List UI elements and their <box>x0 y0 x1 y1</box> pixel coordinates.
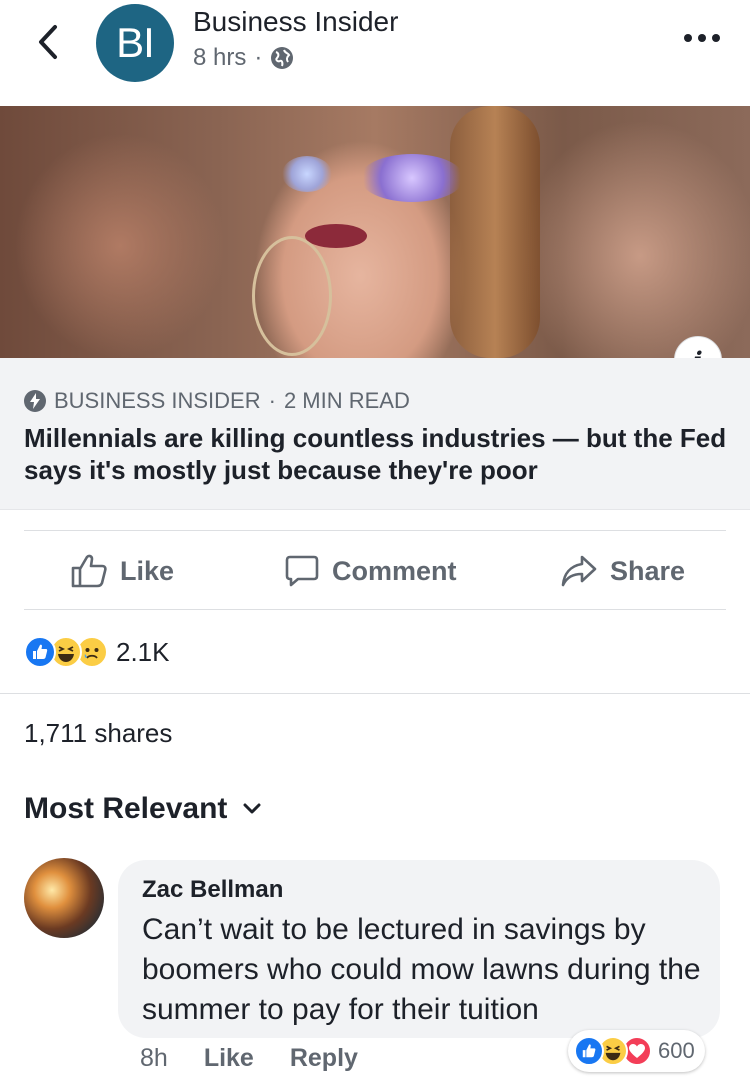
page-avatar[interactable]: BI <box>96 4 174 82</box>
reaction-count: 2.1K <box>116 636 170 667</box>
photo-glitter-left <box>282 156 332 192</box>
section-divider <box>0 693 750 694</box>
share-button[interactable]: Share <box>560 532 685 610</box>
meta-separator: · <box>254 44 263 71</box>
post-header: BI Business Insider 8 hrs · <box>0 0 750 106</box>
more-options-button[interactable] <box>682 28 722 48</box>
dot-icon <box>698 34 706 42</box>
post-meta: 8 hrs · <box>193 44 294 72</box>
link-preview-image[interactable] <box>0 106 750 358</box>
comment-like-button[interactable]: Like <box>204 1044 254 1073</box>
like-button[interactable]: Like <box>70 532 174 610</box>
chevron-left-icon <box>39 25 57 59</box>
link-read-time: 2 MIN READ <box>283 388 410 413</box>
comment-author[interactable]: Zac Bellman <box>142 876 283 904</box>
dot-icon <box>684 34 692 42</box>
post-time[interactable]: 8 hrs <box>193 44 246 72</box>
photo-lips <box>305 224 367 248</box>
comment-bubble-icon <box>285 555 319 587</box>
back-button[interactable] <box>30 22 66 62</box>
comment-reactions[interactable]: 600 <box>568 1030 705 1072</box>
comment-time: 8h <box>140 1044 168 1072</box>
comment-reaction-count: 600 <box>658 1038 695 1063</box>
comment-sort-dropdown[interactable]: Most Relevant <box>24 792 261 826</box>
photo-hair <box>450 106 540 358</box>
link-title[interactable]: Millennials are killing countless indust… <box>24 422 736 486</box>
chevron-down-icon <box>243 803 261 814</box>
photo-glitter-right <box>360 154 464 202</box>
photo-earring <box>252 236 332 356</box>
like-label: Like <box>120 555 175 586</box>
commenter-avatar[interactable] <box>24 858 104 938</box>
link-meta-separator: · <box>268 388 276 413</box>
reactions-summary[interactable]: 2.1K <box>24 632 170 672</box>
link-meta: BUSINESS INSIDER · 2 MIN READ <box>24 388 410 414</box>
dot-icon <box>712 34 720 42</box>
divider <box>24 609 726 610</box>
globe-icon <box>271 47 294 69</box>
comment-button[interactable]: Comment <box>284 532 457 610</box>
link-source: BUSINESS INSIDER <box>54 388 261 413</box>
share-label: Share <box>610 555 686 586</box>
comment-reply-button[interactable]: Reply <box>290 1044 358 1073</box>
comment-label: Comment <box>332 555 457 586</box>
avatar-text: BI <box>116 19 155 66</box>
like-reaction-icon <box>574 1036 604 1066</box>
comment-bubble[interactable]: Zac Bellman Can’t wait to be lectured in… <box>118 860 720 1038</box>
divider <box>24 530 726 531</box>
post-actions: Like Comment Share <box>0 532 750 610</box>
thumbs-up-icon <box>71 554 107 588</box>
share-arrow-icon <box>561 555 597 587</box>
like-reaction-icon <box>24 636 56 668</box>
page-name[interactable]: Business Insider <box>193 6 398 38</box>
sort-label: Most Relevant <box>24 792 228 825</box>
comment-text: Can’t wait to be lectured in savings by … <box>142 913 701 1026</box>
comment-meta: 8h Like Reply <box>140 1044 358 1073</box>
share-count[interactable]: 1,711 shares <box>24 718 172 749</box>
link-preview-box[interactable]: BUSINESS INSIDER · 2 MIN READ Millennial… <box>0 358 750 510</box>
instant-article-bolt-icon <box>24 390 46 412</box>
